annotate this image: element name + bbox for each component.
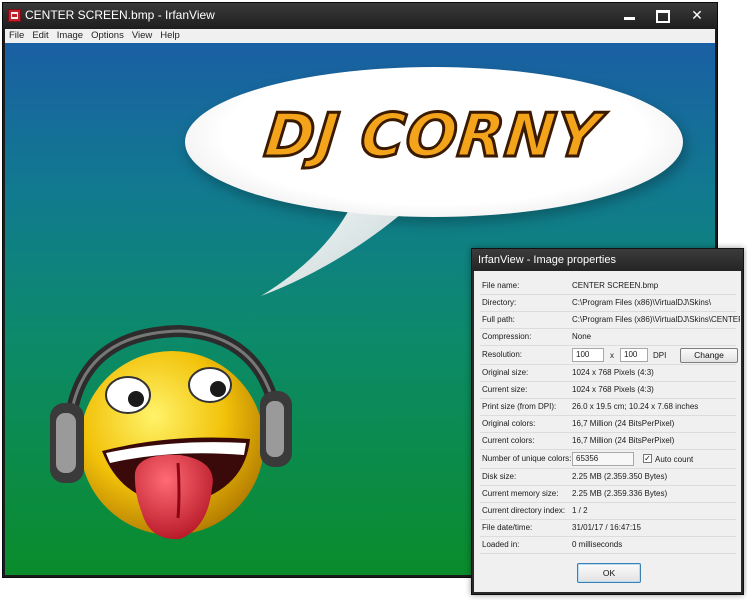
smiley-mascot [50, 324, 292, 540]
prop-row-directory-index: Current directory index: 1 / 2 [480, 504, 736, 520]
prop-label: Current memory size: [482, 489, 559, 498]
prop-row-directory: Directory: C:\Program Files (x86)\Virtua… [480, 296, 736, 312]
prop-row-full-path: Full path: C:\Program Files (x86)\Virtua… [480, 313, 740, 329]
menu-help[interactable]: Help [156, 29, 184, 43]
prop-row-memory-size: Current memory size: 2.25 MB (2.359.336 … [480, 487, 736, 503]
menu-image[interactable]: Image [53, 29, 87, 43]
prop-label: Current colors: [482, 436, 535, 445]
auto-count-label[interactable]: Auto count [655, 455, 693, 464]
prop-row-current-colors: Current colors: 16,7 Million (24 BitsPer… [480, 434, 736, 450]
dialog-body: File name: CENTER SCREEN.bmp Directory: … [474, 271, 741, 592]
prop-row-file-date: File date/time: 31/01/17 / 16:47:15 [480, 521, 736, 537]
menu-edit[interactable]: Edit [28, 29, 52, 43]
prop-label: Resolution: [482, 350, 523, 359]
prop-row-compression: Compression: None [480, 330, 736, 346]
main-title-bar[interactable]: CENTER SCREEN.bmp - IrfanView ✕ [3, 3, 717, 29]
prop-label: Original colors: [482, 419, 536, 428]
auto-count-checkbox[interactable]: ✓ [643, 454, 652, 463]
unique-colors-field: 65356 [572, 452, 634, 466]
prop-row-unique-colors: Number of unique colors: 65356 ✓ Auto co… [480, 451, 736, 469]
main-window-title: CENTER SCREEN.bmp - IrfanView [25, 8, 215, 22]
prop-value: 26.0 x 19.5 cm; 10.24 x 7.68 inches [572, 402, 699, 411]
menu-bar: File Edit Image Options View Help [5, 29, 715, 43]
maximize-button[interactable] [648, 7, 678, 25]
prop-value: 0 milliseconds [572, 540, 623, 549]
prop-label: File date/time: [482, 523, 533, 532]
minimize-icon [623, 16, 635, 20]
resolution-unit: DPI [653, 351, 667, 360]
prop-label: Directory: [482, 298, 517, 307]
menu-file[interactable]: File [5, 29, 28, 43]
image-properties-dialog: IrfanView - Image properties File name: … [471, 248, 744, 595]
dialog-title: IrfanView - Image properties [478, 254, 616, 266]
prop-label: Loaded in: [482, 540, 520, 549]
resolution-y-input[interactable]: 100 [620, 348, 648, 362]
prop-label: Disk size: [482, 472, 517, 481]
prop-row-current-size: Current size: 1024 x 768 Pixels (4:3) [480, 383, 736, 399]
close-icon: ✕ [691, 8, 703, 24]
prop-value: 1 / 2 [572, 506, 588, 515]
prop-label: Full path: [482, 315, 515, 324]
prop-value: CENTER SCREEN.bmp [572, 281, 659, 290]
prop-label: Current size: [482, 385, 528, 394]
close-button[interactable]: ✕ [682, 7, 712, 25]
prop-value: 2.25 MB (2.359.336 Bytes) [572, 489, 668, 498]
prop-row-print-size: Print size (from DPI): 26.0 x 19.5 cm; 1… [480, 400, 736, 416]
prop-row-original-colors: Original colors: 16,7 Million (24 BitsPe… [480, 417, 736, 433]
change-button[interactable]: Change [680, 348, 738, 363]
prop-row-original-size: Original size: 1024 x 768 Pixels (4:3) [480, 366, 736, 382]
prop-value: 1024 x 768 Pixels (4:3) [572, 385, 654, 394]
prop-label: Number of unique colors: [482, 454, 572, 463]
prop-label: Current directory index: [482, 506, 566, 515]
prop-row-file-name: File name: CENTER SCREEN.bmp [480, 279, 736, 295]
prop-row-loaded-in: Loaded in: 0 milliseconds [480, 538, 736, 554]
minimize-button[interactable] [614, 7, 644, 25]
prop-label: Original size: [482, 368, 529, 377]
prop-value: 2.25 MB (2.359.350 Bytes) [572, 472, 668, 481]
prop-label: Compression: [482, 332, 532, 341]
prop-value: C:\Program Files (x86)\VirtualDJ\Skins\ [572, 298, 711, 307]
resolution-separator: x [610, 351, 614, 360]
prop-value: None [572, 332, 592, 341]
ok-button[interactable]: OK [577, 563, 641, 583]
prop-label: File name: [482, 281, 520, 290]
menu-options[interactable]: Options [87, 29, 128, 43]
dialog-title-bar[interactable]: IrfanView - Image properties [472, 249, 743, 271]
prop-row-resolution: Resolution: 100 x 100 DPI Change [480, 347, 738, 365]
prop-row-disk-size: Disk size: 2.25 MB (2.359.350 Bytes) [480, 470, 736, 486]
prop-label: Print size (from DPI): [482, 402, 557, 411]
maximize-icon [656, 9, 670, 23]
prop-value: 1024 x 768 Pixels (4:3) [572, 368, 654, 377]
prop-value: 16,7 Million (24 BitsPerPixel) [572, 436, 675, 445]
prop-value: 16,7 Million (24 BitsPerPixel) [572, 419, 675, 428]
irfanview-app-icon[interactable] [8, 9, 21, 22]
prop-value: C:\Program Files (x86)\VirtualDJ\Skins\C… [572, 315, 740, 324]
dj-corny-logo: DJ CORNY [260, 100, 606, 173]
resolution-x-input[interactable]: 100 [572, 348, 604, 362]
menu-view[interactable]: View [128, 29, 156, 43]
prop-value: 31/01/17 / 16:47:15 [572, 523, 641, 532]
